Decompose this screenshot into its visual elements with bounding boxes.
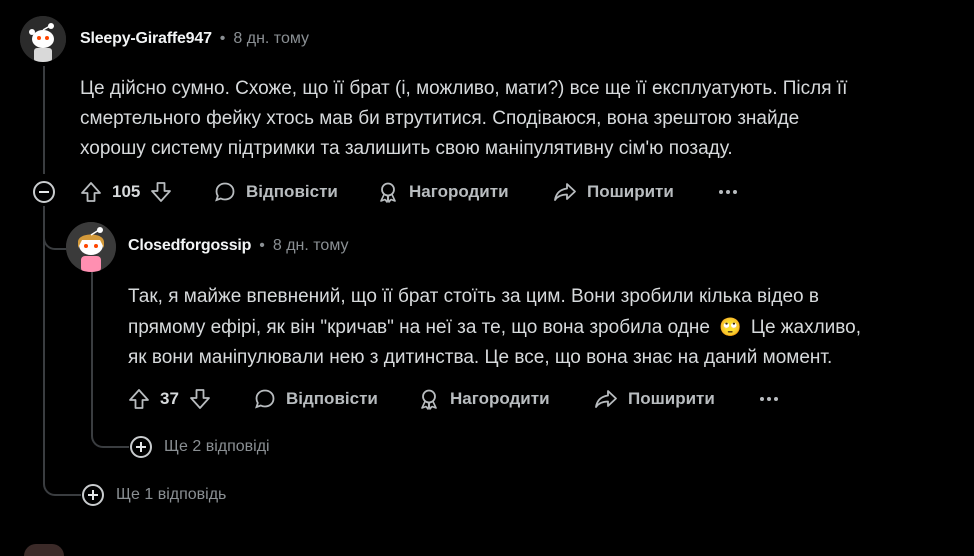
speech-bubble-icon [255, 389, 275, 409]
comment-text: прямому ефірі, як він "кричав" на неї за… [128, 317, 710, 338]
thread-curve-more-replies-1 [43, 470, 81, 496]
thread-line-main [43, 66, 45, 174]
share-label: Поширити [628, 389, 715, 408]
comment-header-1: Sleepy-Giraffe947 • 8 дн. тому [80, 30, 309, 48]
upvote-arrow-icon[interactable] [128, 388, 150, 410]
comment-header-2: Closedforgossip • 8 дн. тому [128, 237, 349, 255]
share-arrow-icon [595, 390, 617, 408]
more-replies-label: Ще 1 відповідь [116, 486, 227, 503]
more-replies-button[interactable]: Ще 2 відповіді [130, 436, 270, 458]
username-link[interactable]: Sleepy-Giraffe947 [80, 30, 212, 48]
award-ribbon-icon [421, 389, 437, 410]
comment-text: Це жахливо, [750, 317, 862, 338]
comment-body-1: Це дійсно сумно. Схоже, що її брат (і, м… [80, 74, 960, 164]
vote-count: 37 [160, 389, 179, 408]
comment-line: Це дійсно сумно. Схоже, що її брат (і, м… [80, 78, 848, 99]
share-label: Поширити [587, 182, 674, 201]
minus-circle-icon [39, 191, 49, 193]
username-link[interactable]: Closedforgossip [128, 237, 251, 255]
meta-separator: • [219, 30, 226, 47]
vote-group-2: 37 [128, 388, 211, 410]
downvote-arrow-icon[interactable] [150, 181, 172, 203]
upvote-arrow-icon[interactable] [80, 181, 102, 203]
vote-group-1: 105 [80, 181, 172, 203]
vote-count: 105 [112, 182, 141, 201]
award-ribbon-icon [380, 182, 396, 203]
speech-bubble-icon [215, 182, 235, 202]
reply-label: Відповісти [246, 182, 338, 201]
thread-line-reply-2 [91, 272, 93, 422]
comment-line: як вони маніпулювали нею з дитинства. Це… [128, 347, 833, 368]
eye-roll-emoji-icon: 🙄 [719, 317, 742, 337]
award-label: Нагородити [409, 182, 509, 201]
downvote-arrow-icon[interactable] [189, 388, 211, 410]
ellipsis-icon[interactable] [719, 190, 737, 194]
comment-line: хорошу систему підтримки та залишить сво… [80, 138, 733, 159]
avatar[interactable] [66, 222, 116, 272]
comment-timestamp[interactable]: 8 дн. тому [233, 30, 309, 48]
meta-separator: • [259, 237, 265, 254]
share-button[interactable]: Поширити [553, 181, 674, 203]
next-comment-avatar-partial [24, 544, 64, 556]
comment-line: Так, я майже впевнений, що її брат стоїт… [128, 286, 819, 307]
more-replies-button[interactable]: Ще 1 відповідь [82, 484, 226, 506]
award-button[interactable]: Нагородити [418, 388, 550, 410]
thread-curve-reply-2 [43, 218, 67, 250]
share-button[interactable]: Поширити [594, 388, 715, 410]
more-replies-label: Ще 2 відповіді [164, 438, 270, 455]
avatar[interactable] [20, 16, 66, 62]
plus-circle-icon [130, 436, 152, 458]
award-label: Нагородити [450, 389, 550, 408]
snoo-avatar-icon [20, 16, 66, 62]
collapse-thread-button[interactable] [33, 181, 55, 203]
snoo-avatar-icon [66, 222, 116, 272]
thread-curve-more-replies-2 [91, 420, 129, 448]
reply-button[interactable]: Відповісти [214, 181, 338, 203]
award-button[interactable]: Нагородити [377, 181, 509, 203]
comment-timestamp[interactable]: 8 дн. тому [273, 237, 349, 255]
share-arrow-icon [554, 183, 576, 201]
comment-line: смертельного фейку хтось мав би втрутити… [80, 108, 800, 129]
ellipsis-icon[interactable] [760, 397, 778, 401]
thread-line-main-lower [43, 206, 45, 476]
comment-line-with-emoji: прямому ефірі, як він "кричав" на неї за… [128, 312, 968, 343]
reply-button[interactable]: Відповісти [254, 388, 378, 410]
comment-body-2: Так, я майже впевнений, що її брат стоїт… [128, 282, 968, 373]
plus-circle-icon [82, 484, 104, 506]
reply-label: Відповісти [286, 389, 378, 408]
